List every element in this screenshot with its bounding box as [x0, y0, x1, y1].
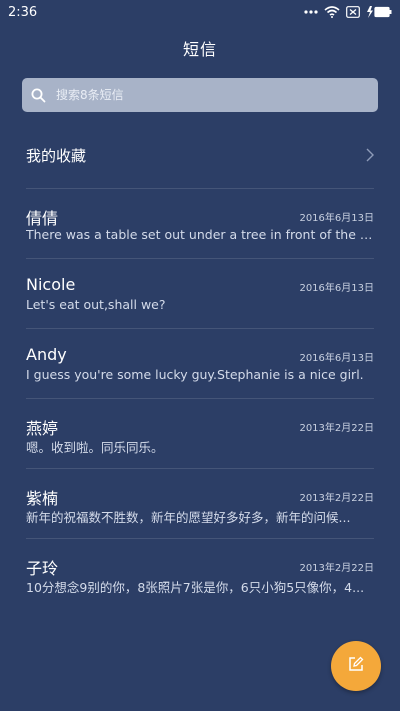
search-input[interactable] — [54, 87, 358, 103]
message-preview: Let's eat out,shall we? — [26, 297, 166, 312]
favorites-row[interactable]: 我的收藏 — [26, 140, 374, 170]
message-date: 2016年6月13日 — [299, 353, 374, 364]
message-date: 2013年2月22日 — [299, 563, 374, 574]
chevron-right-icon — [366, 148, 374, 162]
message-date: 2013年2月22日 — [299, 493, 374, 504]
message-preview: There was a table set out under a tree i… — [26, 227, 374, 242]
message-item[interactable]: 燕婷 2013年2月22日 嗯。收到啦。同乐同乐。 — [26, 415, 374, 485]
divider — [26, 258, 374, 259]
message-item[interactable]: 倩倩 2016年6月13日 There was a table set out … — [26, 205, 374, 275]
message-preview: 新年的祝福数不胜数，新年的愿望好多好多，新年的问候... — [26, 510, 351, 525]
divider — [26, 328, 374, 329]
wifi-icon — [324, 6, 340, 18]
divider — [26, 188, 374, 189]
message-item[interactable]: Andy 2016年6月13日 I guess you're some luck… — [26, 345, 374, 415]
status-time: 2:36 — [8, 4, 38, 20]
message-sender: 紫楠 — [26, 489, 59, 508]
message-sender: 倩倩 — [26, 209, 59, 228]
message-date: 2016年6月13日 — [299, 213, 374, 224]
search-bar[interactable] — [22, 78, 378, 112]
search-icon — [30, 87, 46, 103]
divider — [26, 468, 374, 469]
message-preview: 嗯。收到啦。同乐同乐。 — [26, 440, 164, 455]
message-sender: Nicole — [26, 275, 76, 294]
message-item[interactable]: 紫楠 2013年2月22日 新年的祝福数不胜数，新年的愿望好多好多，新年的问候.… — [26, 485, 374, 555]
message-item[interactable]: Nicole 2016年6月13日 Let's eat out,shall we… — [26, 275, 374, 345]
favorites-label: 我的收藏 — [26, 146, 87, 165]
message-item[interactable]: 子玲 2013年2月22日 10分想念9别的你，8张照片7张是你，6只小狗5只像… — [26, 555, 374, 625]
message-sender: 子玲 — [26, 559, 59, 578]
message-preview: I guess you're some lucky guy.Stephanie … — [26, 367, 364, 382]
compose-icon — [348, 656, 364, 676]
divider — [26, 398, 374, 399]
message-sender: Andy — [26, 345, 67, 364]
sim-icon — [346, 6, 360, 18]
battery-charging-icon — [366, 6, 392, 18]
page-title: 短信 — [182, 40, 217, 59]
status-bar: 2:36 — [0, 0, 400, 24]
message-preview: 10分想念9别的你，8张照片7张是你，6只小狗5只像你，4... — [26, 580, 365, 595]
status-icons — [304, 6, 392, 18]
message-date: 2013年2月22日 — [299, 423, 374, 434]
message-sender: 燕婷 — [26, 419, 59, 438]
compose-button[interactable] — [331, 641, 381, 691]
divider — [26, 538, 374, 539]
message-date: 2016年6月13日 — [299, 283, 374, 294]
more-dots-icon — [304, 10, 318, 14]
